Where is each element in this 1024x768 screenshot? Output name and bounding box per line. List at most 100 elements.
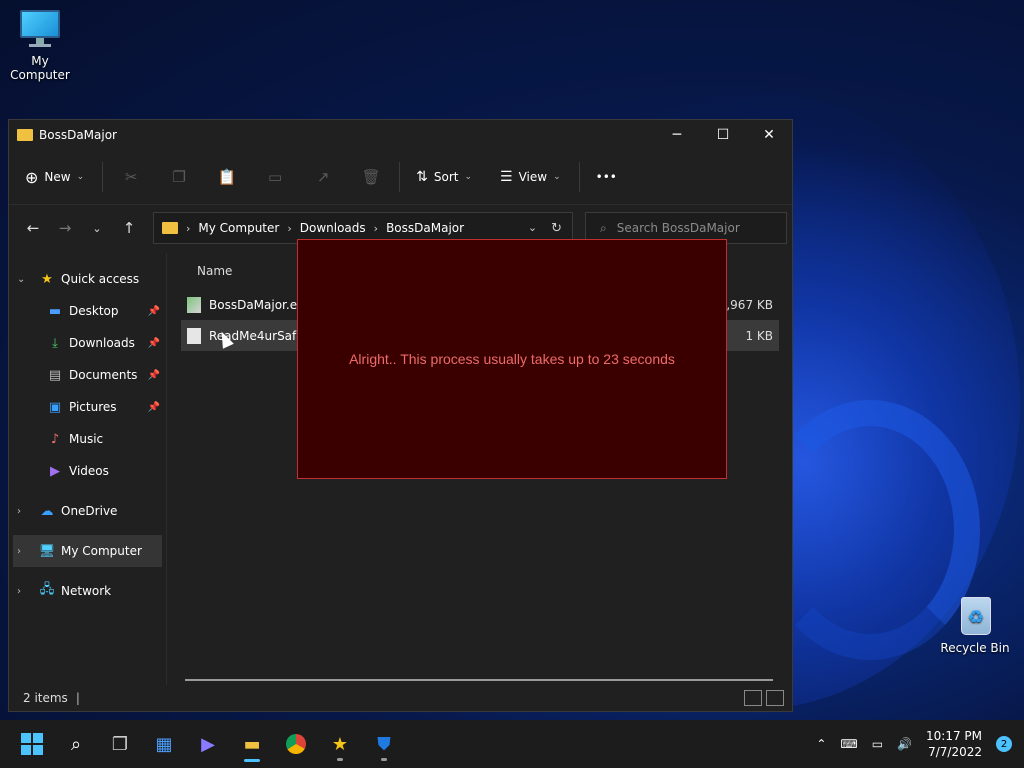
star-icon: ★ xyxy=(41,271,53,287)
exe-file-icon xyxy=(187,296,201,313)
forward-arrow-icon[interactable]: → xyxy=(49,212,81,244)
pictures-icon: ▣ xyxy=(48,399,62,415)
sidebar-item-my-computer[interactable]: › 🖥 My Computer xyxy=(13,535,162,567)
command-bar: ⊕ New ⌄ ✂ ❐ 📋 ▭ ↗ 🗑 ⇅ Sort ⌄ ☰ View ⌄ ••… xyxy=(9,150,792,205)
text-file-icon xyxy=(187,327,201,344)
address-dropdown-chevron-icon[interactable]: ⌄ xyxy=(528,221,537,236)
chevron-right-icon[interactable]: › xyxy=(17,506,31,517)
delete-icon[interactable]: 🗑 xyxy=(347,161,395,193)
document-icon: ▤ xyxy=(48,367,62,383)
clock-time: 10:17 PM xyxy=(926,729,982,743)
file-name: BossDaMajor.exe xyxy=(209,297,311,312)
minimize-button[interactable]: ─ xyxy=(654,120,700,150)
sidebar-item-label: Desktop xyxy=(69,304,119,318)
breadcrumb-bossdamajor[interactable]: BossDaMajor xyxy=(386,221,464,235)
search-icon[interactable]: ⌕ xyxy=(54,724,98,764)
chevron-down-icon[interactable]: ⌄ xyxy=(17,274,31,285)
refresh-icon[interactable]: ↻ xyxy=(551,221,562,236)
pin-icon[interactable]: 📌 xyxy=(148,370,160,381)
clock[interactable]: 10:17 PM 7/7/2022 xyxy=(926,728,982,760)
breadcrumb-my-computer[interactable]: My Computer xyxy=(198,221,279,235)
sidebar-item-quick-access[interactable]: ⌄ ★ Quick access xyxy=(9,263,166,295)
taskbar: ⌕ ❐ ▦ ▶ ▬ ★ ⛊ ⌃ ⌨ ▭ 🔊 10:17 PM 7/7/2022 … xyxy=(0,720,1024,768)
sidebar-item-label: Videos xyxy=(69,464,109,478)
sidebar-item-downloads[interactable]: ⤓ Downloads 📌 xyxy=(9,327,166,359)
process-overlay-dialog: Alright.. This process usually takes up … xyxy=(297,239,727,479)
search-icon: ⌕ xyxy=(600,220,607,235)
overlay-message: Alright.. This process usually takes up … xyxy=(349,351,675,367)
sort-label: Sort xyxy=(433,170,459,184)
sidebar-item-label: Quick access xyxy=(61,272,140,286)
navigation-pane: ⌄ ★ Quick access ▬ Desktop 📌 ⤓ Downloads… xyxy=(9,253,167,685)
close-button[interactable]: ✕ xyxy=(746,120,792,150)
cut-icon[interactable]: ✂ xyxy=(107,161,155,193)
new-button[interactable]: ⊕ New ⌄ xyxy=(25,168,84,187)
more-options-button[interactable]: ••• xyxy=(596,170,617,184)
pin-icon[interactable]: 📌 xyxy=(148,402,160,413)
new-label: New xyxy=(44,170,71,184)
shield-icon[interactable]: ⛊ xyxy=(362,724,406,764)
view-label: View xyxy=(518,170,548,184)
chevron-down-icon: ⌄ xyxy=(464,172,473,182)
copy-icon[interactable]: ❐ xyxy=(155,161,203,193)
start-windows-icon[interactable] xyxy=(10,724,54,764)
title-bar[interactable]: BossDaMajor ─ ☐ ✕ xyxy=(9,120,792,150)
desktop-icon: ▬ xyxy=(48,303,62,319)
monitor-icon: 🖥 xyxy=(38,543,56,559)
breadcrumb-downloads[interactable]: Downloads xyxy=(300,221,366,235)
widgets-icon[interactable]: ▦ xyxy=(142,724,186,764)
chevron-right-icon: › xyxy=(186,221,191,235)
chevron-down-icon: ⌄ xyxy=(553,172,561,182)
star-app-icon[interactable]: ★ xyxy=(318,724,362,764)
details-view-icon[interactable] xyxy=(744,690,762,706)
recent-locations-chevron-icon[interactable]: ⌄ xyxy=(81,212,113,244)
chat-icon[interactable]: ▶ xyxy=(186,724,230,764)
sidebar-item-label: Downloads xyxy=(69,336,135,350)
up-arrow-icon[interactable]: ↑ xyxy=(113,212,145,244)
column-header-label: Name xyxy=(197,264,233,278)
sidebar-item-pictures[interactable]: ▣ Pictures 📌 xyxy=(9,391,166,423)
file-size: 1 KB xyxy=(745,328,773,343)
keyboard-icon[interactable]: ⌨ xyxy=(840,737,857,751)
sidebar-item-network[interactable]: › 🖧 Network xyxy=(9,575,166,607)
sidebar-item-music[interactable]: ♪ Music xyxy=(9,423,166,455)
folder-icon xyxy=(162,222,178,234)
cloud-icon: ☁ xyxy=(40,503,54,519)
rename-icon[interactable]: ▭ xyxy=(251,161,299,193)
notification-badge[interactable]: 2 xyxy=(996,736,1012,752)
download-arrow-icon: ⤓ xyxy=(52,335,58,351)
desktop-icon-label: Recycle Bin xyxy=(940,641,1010,655)
pin-icon[interactable]: 📌 xyxy=(148,306,160,317)
share-icon[interactable]: ↗ xyxy=(299,161,347,193)
chevron-right-icon[interactable]: › xyxy=(17,586,31,597)
desktop-icon-my-computer[interactable]: My Computer xyxy=(0,10,80,82)
window-title: BossDaMajor xyxy=(39,128,117,142)
folder-icon xyxy=(17,129,33,141)
task-view-icon[interactable]: ❐ xyxy=(98,724,142,764)
sidebar-item-documents[interactable]: ▤ Documents 📌 xyxy=(9,359,166,391)
sidebar-item-onedrive[interactable]: › ☁ OneDrive xyxy=(9,495,166,527)
sidebar-item-label: My Computer xyxy=(61,544,142,558)
back-arrow-icon[interactable]: ← xyxy=(17,212,49,244)
horizontal-scrollbar[interactable] xyxy=(185,679,773,681)
sidebar-item-label: Network xyxy=(61,584,112,598)
sidebar-item-label: Pictures xyxy=(69,400,117,414)
tiles-view-icon[interactable] xyxy=(766,690,784,706)
sort-button[interactable]: ⇅ Sort ⌄ xyxy=(416,169,472,185)
chevron-right-icon[interactable]: › xyxy=(17,546,31,557)
item-count: 2 items xyxy=(23,691,68,705)
sidebar-item-desktop[interactable]: ▬ Desktop 📌 xyxy=(9,295,166,327)
clock-date: 7/7/2022 xyxy=(928,745,982,759)
chevron-down-icon: ⌄ xyxy=(76,172,85,182)
network-status-icon[interactable]: ▭ xyxy=(872,737,883,751)
paste-icon[interactable]: 📋 xyxy=(203,161,251,193)
maximize-button[interactable]: ☐ xyxy=(700,120,746,150)
file-explorer-icon[interactable]: ▬ xyxy=(230,724,274,764)
desktop-icon-recycle-bin[interactable]: ♻ Recycle Bin xyxy=(935,597,1015,655)
chevron-up-icon[interactable]: ⌃ xyxy=(816,737,826,751)
pin-icon[interactable]: 📌 xyxy=(148,338,160,349)
sidebar-item-videos[interactable]: ▶ Videos xyxy=(9,455,166,487)
chrome-icon[interactable] xyxy=(274,724,318,764)
view-button[interactable]: ☰ View ⌄ xyxy=(500,169,561,185)
volume-icon[interactable]: 🔊 xyxy=(897,737,912,751)
